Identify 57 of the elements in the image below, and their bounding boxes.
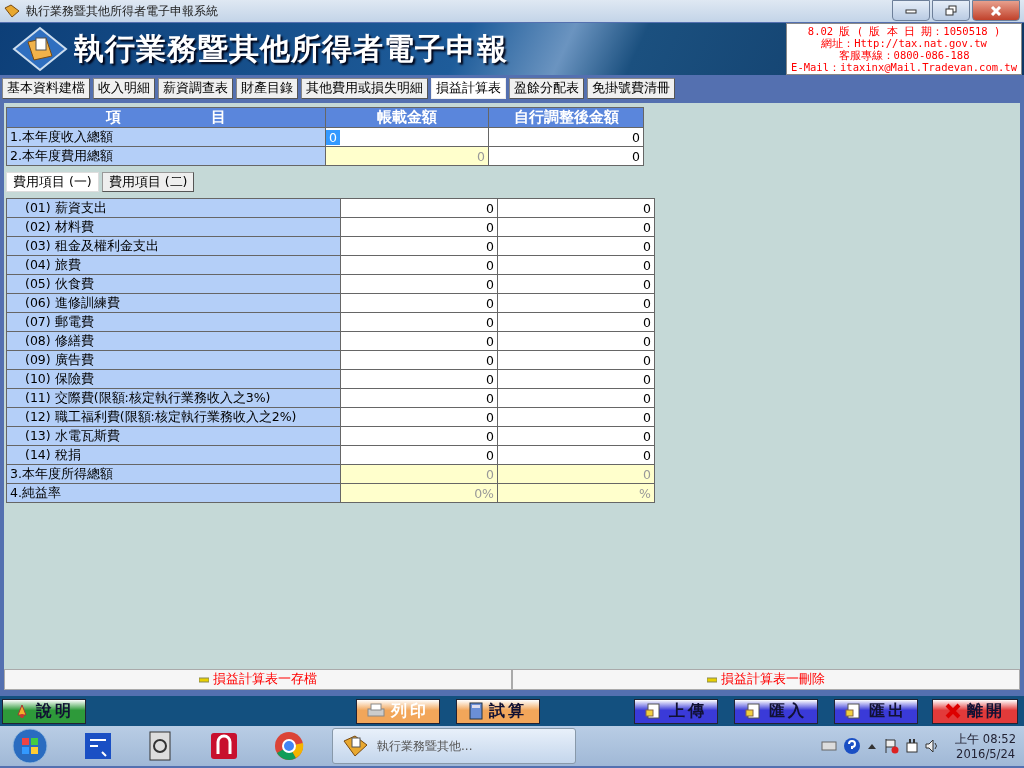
sub-tab[interactable]: 費用項目 (一) <box>6 172 99 192</box>
power-plug-icon[interactable] <box>905 738 920 754</box>
document-icon <box>645 703 663 719</box>
close-icon <box>990 5 1002 16</box>
restore-icon <box>945 5 957 16</box>
keyboard-icon[interactable] <box>821 741 838 751</box>
sub-tab[interactable]: 費用項目 (二) <box>101 172 195 192</box>
banner-title: 執行業務暨其他所得者電子申報 <box>74 29 508 68</box>
amount-field[interactable]: 0 <box>497 198 655 218</box>
toolbar-button[interactable]: 離開 <box>932 698 1018 724</box>
info-line: 8.02 版 ( 版 本 日 期：1050518 ) <box>807 25 1001 37</box>
taskbar-button[interactable]: 執行業務暨其他... <box>332 728 576 764</box>
help-icon[interactable] <box>843 737 862 755</box>
app-icon[interactable] <box>210 732 238 760</box>
tab[interactable]: 損益計算表 <box>431 78 506 99</box>
folder-icon <box>4 4 20 18</box>
tab[interactable]: 免掛號費清冊 <box>587 78 675 99</box>
folder-icon <box>341 733 369 759</box>
document-icon <box>745 703 763 719</box>
close-icon <box>945 703 961 719</box>
printer-icon <box>367 703 385 719</box>
tab[interactable]: 收入明細 <box>93 78 155 99</box>
browser-icon[interactable] <box>274 731 304 761</box>
document-icon <box>845 703 863 719</box>
dash-icon <box>707 676 717 683</box>
tab[interactable]: 基本資料建檔 <box>2 78 90 99</box>
amount-field[interactable]: 0 <box>340 198 498 218</box>
close-button[interactable] <box>972 0 1020 21</box>
minimize-button[interactable] <box>892 0 930 21</box>
clock[interactable]: 上午 08:52 2016/5/24 <box>955 731 1016 761</box>
calculator-icon <box>469 702 483 720</box>
tools-icon[interactable] <box>84 732 112 760</box>
bell-icon <box>14 703 30 719</box>
info-line: 網址：Http://tax.nat.gov.tw <box>821 37 987 49</box>
clock-date: 2016/5/24 <box>956 746 1016 761</box>
flag-icon[interactable] <box>883 738 900 754</box>
tab[interactable]: 財產目錄 <box>236 78 298 99</box>
toolbar-button[interactable]: 試算 <box>456 698 540 724</box>
tab[interactable]: 盈餘分配表 <box>509 78 584 99</box>
tab[interactable]: 其他費用或損失明細 <box>301 78 428 99</box>
info-line: 客服專線：0800-086-188 <box>838 49 970 61</box>
column-header: 項 目 <box>6 107 326 128</box>
tab[interactable]: 薪資調查表 <box>158 78 233 99</box>
row-label: (01) 薪資支出 <box>6 198 341 218</box>
start-button[interactable] <box>10 727 50 765</box>
clock-time: 上午 08:52 <box>955 731 1016 747</box>
minimize-icon <box>905 7 917 14</box>
info-line: E-Mail：itaxinx@Mail.Tradevan.com.tw <box>791 61 1017 73</box>
action-button[interactable]: 損益計算表一刪除 <box>512 669 1020 690</box>
action-button[interactable]: 損益計算表一存檔 <box>4 669 512 690</box>
restore-button[interactable] <box>932 0 970 21</box>
column-header: 帳載金額 <box>325 107 489 128</box>
column-header: 自行調整後金額 <box>488 107 644 128</box>
dash-icon <box>199 676 209 683</box>
up-arrow-icon[interactable] <box>867 742 878 750</box>
folder-logo-icon <box>12 26 68 72</box>
window-title: 執行業務暨其他所得者電子申報系統 <box>26 2 218 20</box>
